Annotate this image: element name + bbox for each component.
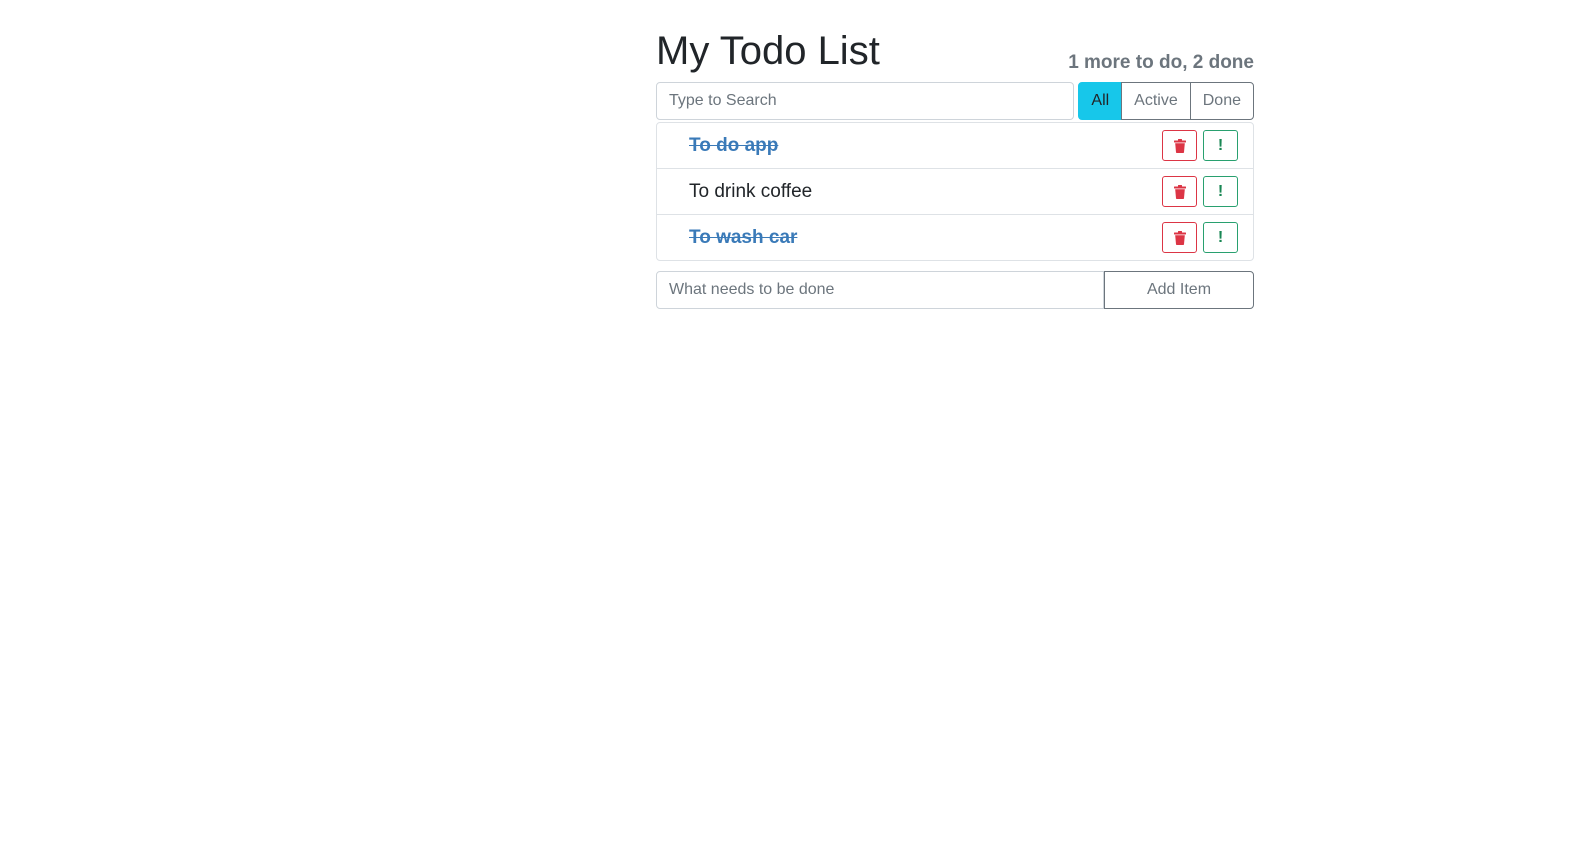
important-button[interactable]: !	[1203, 130, 1238, 161]
delete-button[interactable]	[1162, 130, 1197, 161]
todo-item-label[interactable]: To do app	[689, 135, 1156, 157]
status-filter: All Active Done	[1078, 82, 1254, 120]
trash-icon	[1173, 230, 1186, 245]
filter-all-button[interactable]: All	[1078, 82, 1123, 120]
todo-item: To do app !	[657, 123, 1253, 168]
filter-active-button[interactable]: Active	[1121, 82, 1191, 120]
new-todo-input[interactable]	[656, 271, 1104, 309]
delete-button[interactable]	[1162, 222, 1197, 253]
trash-icon	[1173, 138, 1186, 153]
app-header: My Todo List 1 more to do, 2 done	[656, 26, 1254, 76]
todo-item: To drink coffee !	[657, 168, 1253, 214]
todo-item: To wash car !	[657, 214, 1253, 260]
search-input[interactable]	[656, 82, 1075, 120]
filter-done-button[interactable]: Done	[1189, 82, 1254, 120]
page-title: My Todo List	[656, 29, 880, 73]
todo-counter: 1 more to do, 2 done	[1068, 52, 1254, 73]
important-button[interactable]: !	[1203, 222, 1238, 253]
search-panel: All Active Done	[656, 82, 1254, 120]
todo-item-label[interactable]: To drink coffee	[689, 181, 1156, 203]
todo-list: To do app ! To drink coffee ! To wash ca…	[656, 122, 1254, 261]
todo-item-label[interactable]: To wash car	[689, 227, 1156, 249]
todo-app: My Todo List 1 more to do, 2 done All Ac…	[656, 26, 1254, 309]
trash-icon	[1173, 184, 1186, 199]
important-button[interactable]: !	[1203, 176, 1238, 207]
add-item-button[interactable]: Add Item	[1104, 271, 1254, 309]
add-item-form: Add Item	[656, 271, 1254, 309]
delete-button[interactable]	[1162, 176, 1197, 207]
